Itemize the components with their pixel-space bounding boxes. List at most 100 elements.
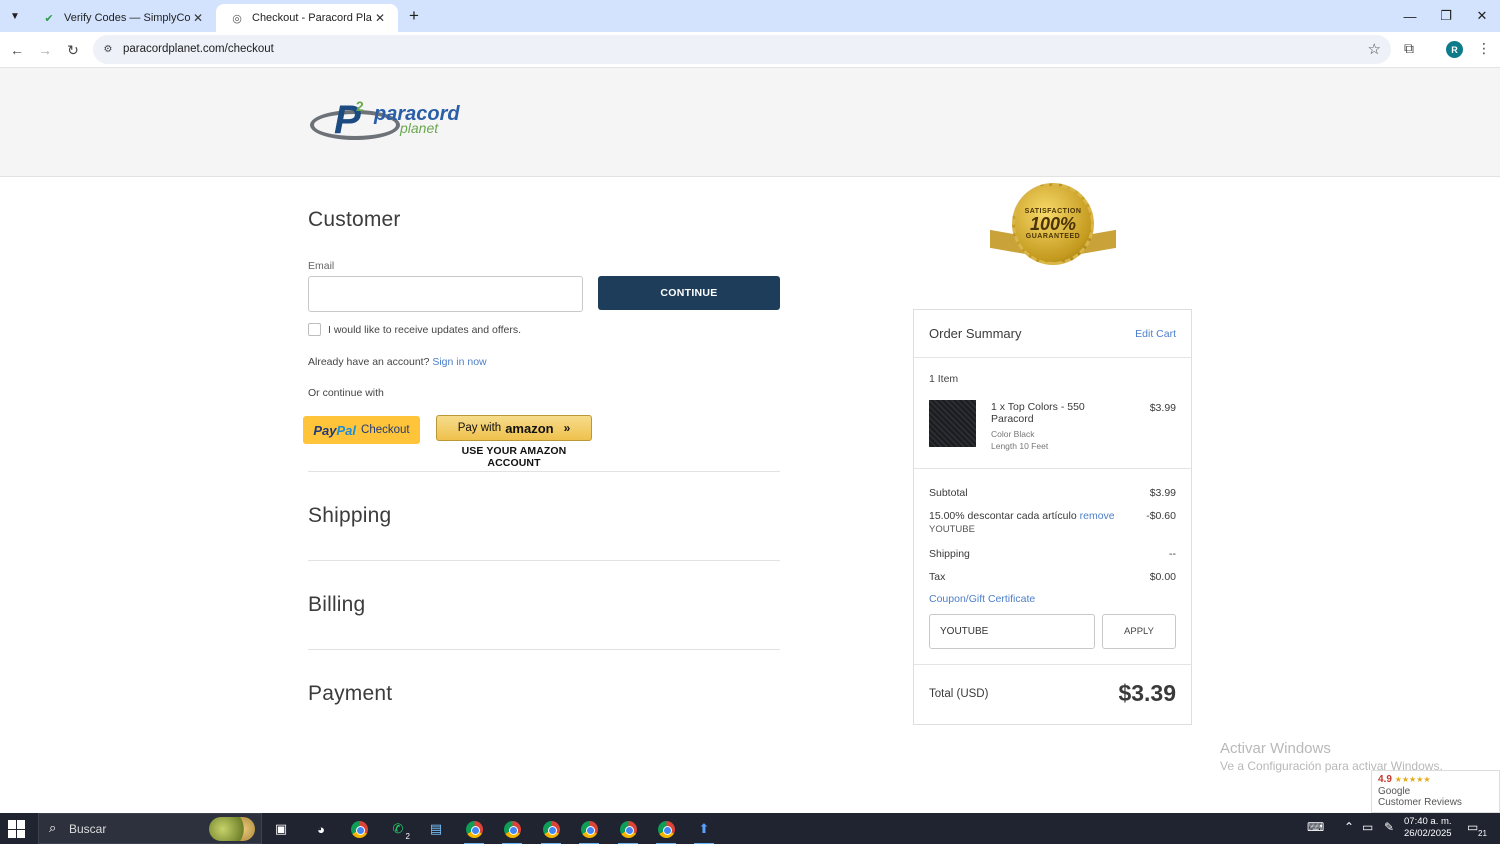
billing-heading[interactable]: Billing	[308, 593, 365, 617]
tab-close-icon[interactable]: ✕	[190, 10, 206, 26]
url-text: paracordplanet.com/checkout	[123, 43, 274, 55]
seal-big-text: 100%	[1029, 214, 1077, 234]
notification-center-icon[interactable]: ▭	[1467, 820, 1478, 834]
site-settings-icon[interactable]: ⚙	[101, 42, 115, 56]
coupon-gift-certificate-link[interactable]: Coupon/Gift Certificate	[929, 593, 1035, 605]
windows-start-icon[interactable]	[8, 820, 26, 838]
extensions-puzzle-icon[interactable]: ⧉	[1404, 40, 1414, 57]
forward-arrow-icon[interactable]: →	[34, 39, 56, 61]
discount-row: 15.00% descontar cada artículo remove	[929, 510, 1115, 522]
discount-remove-link[interactable]: remove	[1080, 510, 1115, 522]
coupon-code-input[interactable]	[929, 614, 1095, 649]
tab-search-chevron-icon[interactable]: ▼	[4, 5, 26, 27]
taskbar-clock[interactable]: 07:40 a. m. 26/02/2025	[1404, 816, 1452, 840]
restore-icon[interactable]: ❐	[1428, 0, 1464, 32]
tab-title: Checkout - Paracord Planet	[252, 12, 372, 24]
shipping-label: Shipping	[929, 548, 970, 560]
whatsapp-badge: 2	[405, 832, 410, 841]
summary-divider	[914, 664, 1191, 665]
tab-close-icon[interactable]: ✕	[372, 10, 388, 26]
paypal-pal-text: Pal	[336, 422, 357, 438]
amazon-pay-button[interactable]: Pay with amazon »	[436, 415, 592, 441]
close-window-icon[interactable]: ✕	[1464, 0, 1500, 32]
chrome-profile-icon[interactable]	[500, 817, 524, 844]
tab-simplycodes[interactable]: ✔ Verify Codes — SimplyCodes ✕	[28, 4, 216, 32]
edit-cart-link[interactable]: Edit Cart	[1135, 328, 1176, 340]
reviews-stars: ★★★★★	[1394, 775, 1431, 784]
chrome-profile-icon[interactable]	[462, 817, 486, 844]
windows-taskbar: ⌕ Buscar ▣ ◕ ✆ 2 ▤ ⬆ ⌨ ⌃ ▭ ✎ 07:40 a. m. …	[0, 813, 1500, 844]
paypal-checkout-text: Checkout	[361, 424, 410, 436]
simplycodes-favicon-icon: ✔	[44, 12, 54, 25]
notepad-icon[interactable]: ▤	[424, 817, 448, 841]
account-prompt-text: Already have an account?	[308, 356, 430, 368]
bookmark-star-icon[interactable]: ☆	[1368, 40, 1381, 58]
section-divider	[308, 471, 780, 472]
chrome-icon[interactable]	[347, 817, 371, 841]
remote-app-icon[interactable]: ⬆	[692, 817, 716, 844]
logo-superscript: 2	[356, 98, 364, 114]
app-icon[interactable]: ◕	[309, 817, 333, 841]
subtotal-value: $3.99	[1149, 487, 1176, 499]
email-field[interactable]	[308, 276, 583, 312]
seal-bottom-text: GUARANTEED	[1025, 233, 1081, 240]
network-icon[interactable]: ▭	[1362, 820, 1373, 834]
subtotal-label: Subtotal	[929, 487, 968, 499]
chrome-logo	[580, 820, 598, 838]
reload-icon[interactable]: ↻	[62, 39, 84, 61]
apply-coupon-button[interactable]: APPLY	[1102, 614, 1176, 649]
shipping-heading[interactable]: Shipping	[308, 504, 391, 528]
task-view-icon[interactable]: ▣	[269, 817, 293, 841]
address-bar[interactable]: ⚙ paracordplanet.com/checkout ☆	[93, 35, 1391, 64]
continue-button[interactable]: CONTINUE	[598, 276, 780, 310]
chrome-logo	[542, 820, 560, 838]
activate-windows-title: Activar Windows	[1220, 740, 1331, 757]
tab-checkout[interactable]: ◎ Checkout - Paracord Planet ✕	[216, 4, 398, 32]
back-arrow-icon[interactable]: ←	[6, 39, 28, 61]
section-divider	[308, 560, 780, 561]
updates-checkbox[interactable]	[308, 323, 321, 336]
product-option-color: Color Black	[991, 429, 1035, 439]
discount-value: -$0.60	[1146, 510, 1176, 522]
show-hidden-icons-icon[interactable]: ⌃	[1344, 820, 1354, 834]
whatsapp-icon[interactable]: ✆ 2	[386, 817, 410, 841]
keyboard-layout-icon[interactable]: ⌨	[1307, 820, 1324, 834]
tax-value: $0.00	[1149, 571, 1176, 583]
updates-checkbox-row[interactable]: I would like to receive updates and offe…	[308, 323, 521, 336]
chrome-profile-icon[interactable]	[539, 817, 563, 844]
chrome-profile-icon[interactable]	[616, 817, 640, 844]
shipping-value: --	[1169, 548, 1176, 560]
tab-title: Verify Codes — SimplyCodes	[64, 12, 190, 24]
tab-strip: ▼ ✔ Verify Codes — SimplyCodes ✕ ◎ Check…	[0, 0, 1500, 32]
paypal-checkout-button[interactable]: Pay Pal Checkout	[303, 416, 420, 444]
chrome-logo	[619, 820, 637, 838]
paypal-pay-text: Pay	[313, 422, 337, 438]
google-reviews-badge[interactable]: 4.9 ★★★★★ Google Customer Reviews	[1371, 770, 1500, 813]
double-chevron-icon: »	[563, 421, 571, 435]
discount-label: 15.00% descontar cada artículo	[929, 510, 1077, 522]
clock-time: 07:40 a. m.	[1404, 816, 1452, 827]
product-name: 1 x Top Colors - 550 Paracord	[991, 401, 1085, 425]
new-tab-plus-icon[interactable]: +	[404, 6, 424, 26]
notification-count: 21	[1478, 829, 1487, 838]
item-count: 1 Item	[929, 373, 959, 385]
chrome-logo	[465, 820, 483, 838]
product-thumbnail	[929, 400, 976, 447]
paracord-planet-logo[interactable]: P 2 paracord planet	[310, 98, 460, 146]
sign-in-link[interactable]: Sign in now	[432, 356, 486, 368]
order-summary-panel: Order Summary Edit Cart 1 Item 1 x Top C…	[913, 309, 1192, 725]
product-option-length: Length 10 Feet	[991, 441, 1049, 451]
chrome-logo	[657, 820, 675, 838]
chrome-profile-icon[interactable]	[577, 817, 601, 844]
taskbar-search-box[interactable]: ⌕ Buscar	[38, 813, 262, 844]
minimize-icon[interactable]: —	[1392, 0, 1428, 32]
site-header: P 2 paracord planet	[0, 68, 1500, 177]
clock-date: 26/02/2025	[1404, 828, 1452, 839]
browser-menu-icon[interactable]: ⋮	[1477, 40, 1491, 57]
chrome-profile-icon[interactable]	[654, 817, 678, 844]
pen-icon[interactable]: ✎	[1384, 820, 1394, 834]
profile-avatar[interactable]: R	[1446, 41, 1463, 58]
payment-heading[interactable]: Payment	[308, 682, 392, 706]
total-value: $3.39	[1118, 680, 1176, 706]
seal-disc: SATISFACTION 100% GUARANTEED	[1012, 183, 1094, 265]
